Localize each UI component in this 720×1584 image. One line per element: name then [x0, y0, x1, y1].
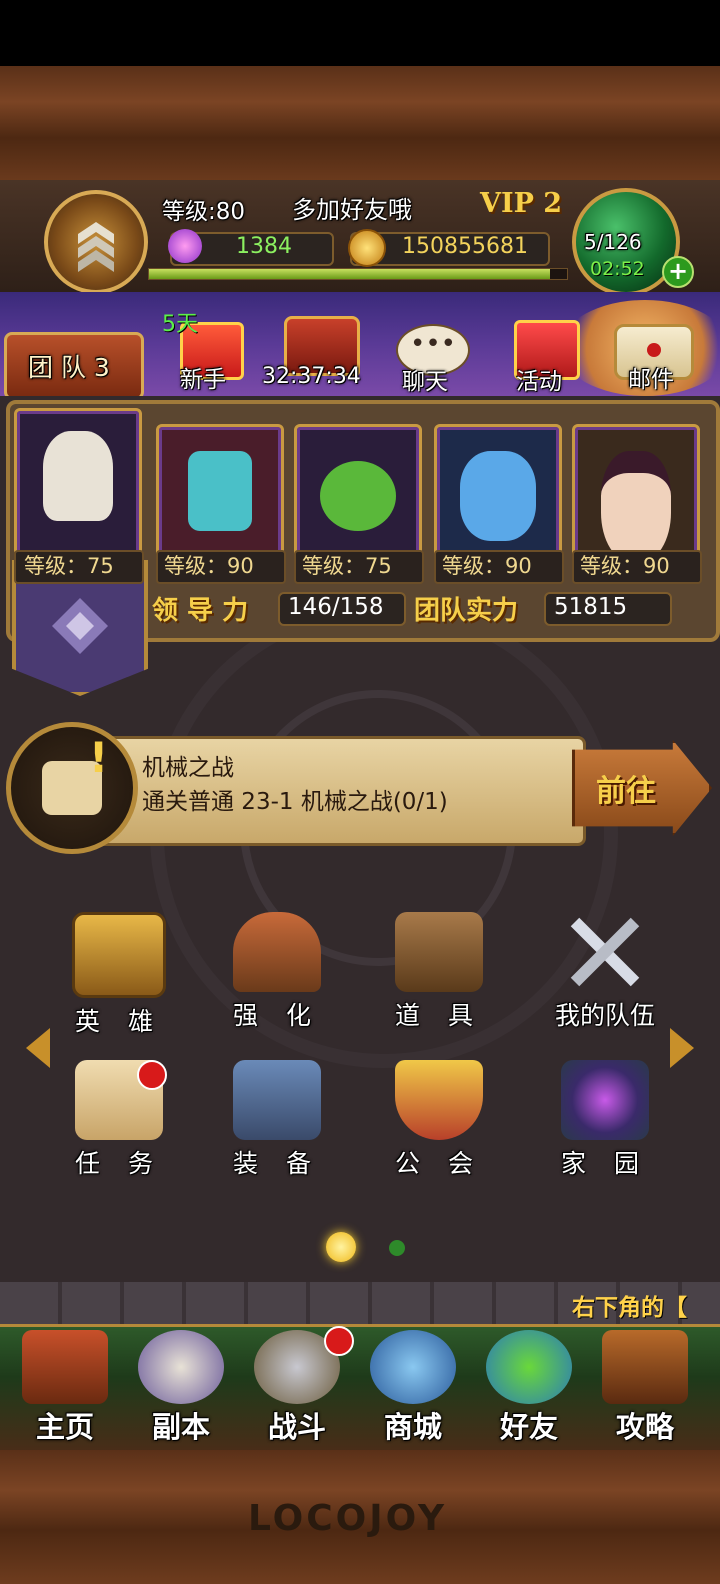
- friends-icon: [486, 1330, 572, 1404]
- team-tab-label: 团 队 3: [28, 353, 110, 382]
- nav-guide[interactable]: 攻略: [592, 1330, 698, 1448]
- leadership-label: 领 导 力: [152, 596, 249, 626]
- grid-items-button[interactable]: 道 具: [364, 912, 514, 1042]
- hero-level-1: 等级：75: [14, 550, 144, 584]
- nav-label: 好友: [499, 1410, 558, 1444]
- rank-chevron-icon: [78, 222, 114, 272]
- nav-home[interactable]: 主页: [12, 1330, 118, 1448]
- event-label: 活动: [516, 369, 562, 395]
- gems-value: 1384: [236, 234, 292, 259]
- page-dot[interactable]: [389, 1240, 405, 1256]
- backpack-icon: [395, 912, 483, 992]
- add-stamina-button[interactable]: +: [662, 256, 694, 288]
- player-name[interactable]: 多加好友哦: [292, 190, 412, 225]
- grid-label: 任 务: [75, 1149, 163, 1178]
- quest-scroll-icon: !: [6, 722, 138, 854]
- nav-label: 主页: [35, 1410, 94, 1444]
- hero-level-5: 等级：90: [572, 550, 702, 584]
- grid-heroes-button[interactable]: 英 雄: [44, 912, 194, 1042]
- notification-dot: [137, 1060, 167, 1090]
- stamina-timer: 02:52: [590, 258, 645, 280]
- top-wood-frame: [0, 66, 720, 186]
- crossed-swords-icon: [561, 912, 649, 992]
- grid-tasks-button[interactable]: 任 务: [44, 1060, 194, 1190]
- hero-portrait-3[interactable]: [294, 424, 422, 566]
- grid-label: 装 备: [233, 1149, 321, 1178]
- chest-button[interactable]: 32:37:34: [262, 310, 372, 394]
- hero-portrait-4[interactable]: [434, 424, 562, 566]
- task-scroll-icon: [75, 1060, 167, 1140]
- hero-face-4: [460, 451, 536, 541]
- guild-shield-icon: [395, 1060, 483, 1140]
- stamina-value: 5/126: [584, 230, 642, 254]
- chest-timer: 32:37:34: [262, 364, 361, 389]
- team-power-value: 51815: [554, 594, 628, 620]
- skull-icon: [138, 1330, 224, 1404]
- quest-desc: 通关普通 23-1 机械之战(0/1): [142, 789, 448, 815]
- xp-bar: [148, 268, 568, 280]
- mail-label: 邮件: [628, 367, 674, 393]
- hero-level-4: 等级：90: [434, 550, 564, 584]
- news-ticker: 右下角的【: [572, 1295, 687, 1321]
- leadership-value: 146/158: [288, 594, 384, 620]
- grid-guild-button[interactable]: 公 会: [364, 1060, 514, 1190]
- go-button-label: 前往: [596, 774, 656, 809]
- gold-coin-icon: [348, 229, 386, 267]
- event-button[interactable]: 活动: [506, 308, 596, 395]
- chat-button[interactable]: ••• 聊天: [390, 308, 480, 395]
- nav-friends[interactable]: 好友: [476, 1330, 582, 1448]
- hero-portrait-2[interactable]: [156, 424, 284, 566]
- notification-dot: [324, 1326, 354, 1356]
- hero-face-1: [43, 431, 113, 521]
- newbie-label: 新手: [180, 367, 226, 393]
- nav-label: 战斗: [267, 1410, 326, 1444]
- rank-badge[interactable]: [44, 190, 148, 294]
- nav-shop[interactable]: 商城: [360, 1330, 466, 1448]
- exclamation-icon: !: [89, 733, 109, 782]
- grid-my-team-button[interactable]: 我的队伍: [530, 912, 680, 1042]
- status-bar: [0, 0, 720, 66]
- chat-label: 聊天: [402, 369, 448, 395]
- nav-label: 副本: [151, 1410, 210, 1444]
- grid-label: 公 会: [395, 1149, 483, 1178]
- page-dot-active[interactable]: [326, 1232, 356, 1262]
- grid-equipment-button[interactable]: 装 备: [202, 1060, 352, 1190]
- grid-label: 强 化: [233, 1001, 321, 1030]
- hero-portrait-5[interactable]: [572, 424, 700, 566]
- hero-face-2: [188, 451, 252, 531]
- forge-icon: [233, 912, 321, 992]
- team-power-label: 团队实力: [414, 596, 519, 626]
- hero-face-3: [320, 461, 396, 531]
- newbie-badge: 5天: [162, 312, 198, 337]
- brand-logo: LOCOJOY: [248, 1498, 448, 1539]
- nav-label: 商城: [383, 1410, 442, 1444]
- hero-face-5: [601, 451, 671, 563]
- newbie-button[interactable]: 5天 新手: [162, 306, 252, 393]
- hero-portrait-1[interactable]: [14, 408, 142, 556]
- nav-label: 攻略: [615, 1410, 674, 1444]
- grid-home-button[interactable]: 家 园: [530, 1060, 680, 1190]
- grid-label: 道 具: [395, 1001, 483, 1030]
- hero-level-3: 等级：75: [294, 550, 424, 584]
- gem-icon: [168, 229, 202, 263]
- player-level: 等级:80: [162, 199, 246, 225]
- gold-value: 150855681: [402, 234, 528, 259]
- house-icon: [22, 1330, 108, 1404]
- grid-label: 家 园: [561, 1149, 649, 1178]
- mail-button[interactable]: 邮件: [610, 318, 700, 394]
- grid-label: 我的队伍: [554, 1001, 655, 1030]
- shop-monster-icon: [370, 1330, 456, 1404]
- nav-battle[interactable]: 战斗: [244, 1326, 354, 1448]
- quest-title: 机械之战: [142, 755, 234, 781]
- vip-label[interactable]: VIP 2: [480, 188, 562, 219]
- anvil-icon: [233, 1060, 321, 1140]
- grid-label: 英 雄: [75, 1007, 163, 1036]
- battle-axe-icon: [254, 1326, 354, 1404]
- guide-book-icon: [602, 1330, 688, 1404]
- hero-book-icon: [72, 912, 166, 998]
- grid-enhance-button[interactable]: 强 化: [202, 912, 352, 1042]
- hero-level-2: 等级：90: [156, 550, 286, 584]
- portal-icon: [561, 1060, 649, 1140]
- nav-dungeon[interactable]: 副本: [128, 1330, 234, 1448]
